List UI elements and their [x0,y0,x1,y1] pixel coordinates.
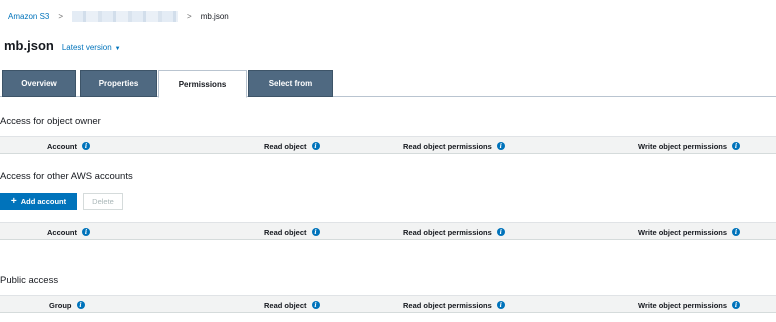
breadcrumb-redacted-bucket[interactable] [72,10,179,22]
column-label: Group [49,300,72,310]
tab-bar: Overview Properties Permissions Select f… [0,70,776,98]
column-label: Read object [264,300,307,310]
column-read-object-permissions: Read object permissions i [403,223,505,241]
column-account: Account i [47,223,90,241]
column-label: Read object [264,227,307,237]
column-label: Read object [264,141,307,151]
column-label: Account [47,141,77,151]
info-icon[interactable]: i [82,228,90,236]
breadcrumb-current: mb.json [200,11,229,21]
version-label: Latest version [61,43,112,52]
column-group: Group i [49,296,85,314]
info-icon[interactable]: i [311,301,320,309]
caret-down-icon: ▼ [114,46,121,52]
page-title: mb.json [4,38,54,53]
info-icon[interactable]: i [732,228,741,236]
tab-select-from[interactable]: Select from [248,70,333,97]
info-icon[interactable]: i [496,142,505,150]
breadcrumb-separator: > [58,11,64,21]
tab-properties[interactable]: Properties [80,70,157,97]
info-icon[interactable]: i [76,301,85,309]
plus-icon: + [10,195,17,207]
other-accounts-section-title: Access for other AWS accounts [0,171,133,182]
column-label: Read object permissions [403,227,492,237]
breadcrumb-separator: > [187,11,192,21]
version-dropdown[interactable]: Latest version ▼ [62,43,121,52]
info-icon[interactable]: i [732,301,741,309]
column-read-object-permissions: Read object permissions i [403,296,505,314]
other-accounts-table-header: Account i Read object i Read object permis… [0,222,776,240]
column-label: Account [47,227,77,237]
breadcrumb-amazon-s3-link[interactable]: Amazon S3 [8,12,49,21]
column-read-object-permissions: Read object permissions i [403,137,505,155]
add-account-label: Add account [20,197,67,206]
column-label: Write object permissions [638,141,728,151]
column-read-object: Read object i [264,296,320,314]
column-account: Account i [47,137,90,155]
tab-permissions[interactable]: Permissions [158,70,247,98]
column-read-object: Read object i [264,223,320,241]
column-write-object-permissions: Write object permissions i [638,137,741,155]
public-access-table-header: Group i Read object i Read object permissi… [0,295,776,313]
owner-table-header: Account i Read object i Read object permis… [0,136,776,154]
object-header: mb.json Latest version ▼ [4,38,121,58]
column-write-object-permissions: Write object permissions i [638,296,741,314]
info-icon[interactable]: i [496,228,505,236]
info-icon[interactable]: i [82,142,90,150]
column-read-object: Read object i [264,137,320,155]
public-access-section-title: Public access [0,275,59,286]
info-icon[interactable]: i [732,142,741,150]
info-icon[interactable]: i [311,142,320,150]
delete-button[interactable]: Delete [83,193,123,210]
column-write-object-permissions: Write object permissions i [638,223,741,241]
info-icon[interactable]: i [311,228,320,236]
add-account-button[interactable]: + Add account [0,193,77,210]
breadcrumb: Amazon S3 > > mb.json [8,8,229,24]
column-label: Read object permissions [403,141,492,151]
info-icon[interactable]: i [496,301,505,309]
column-label: Read object permissions [403,300,492,310]
tab-overview[interactable]: Overview [2,70,76,97]
owner-section-title: Access for object owner [0,116,101,127]
column-label: Write object permissions [638,300,728,310]
column-label: Write object permissions [638,227,728,237]
